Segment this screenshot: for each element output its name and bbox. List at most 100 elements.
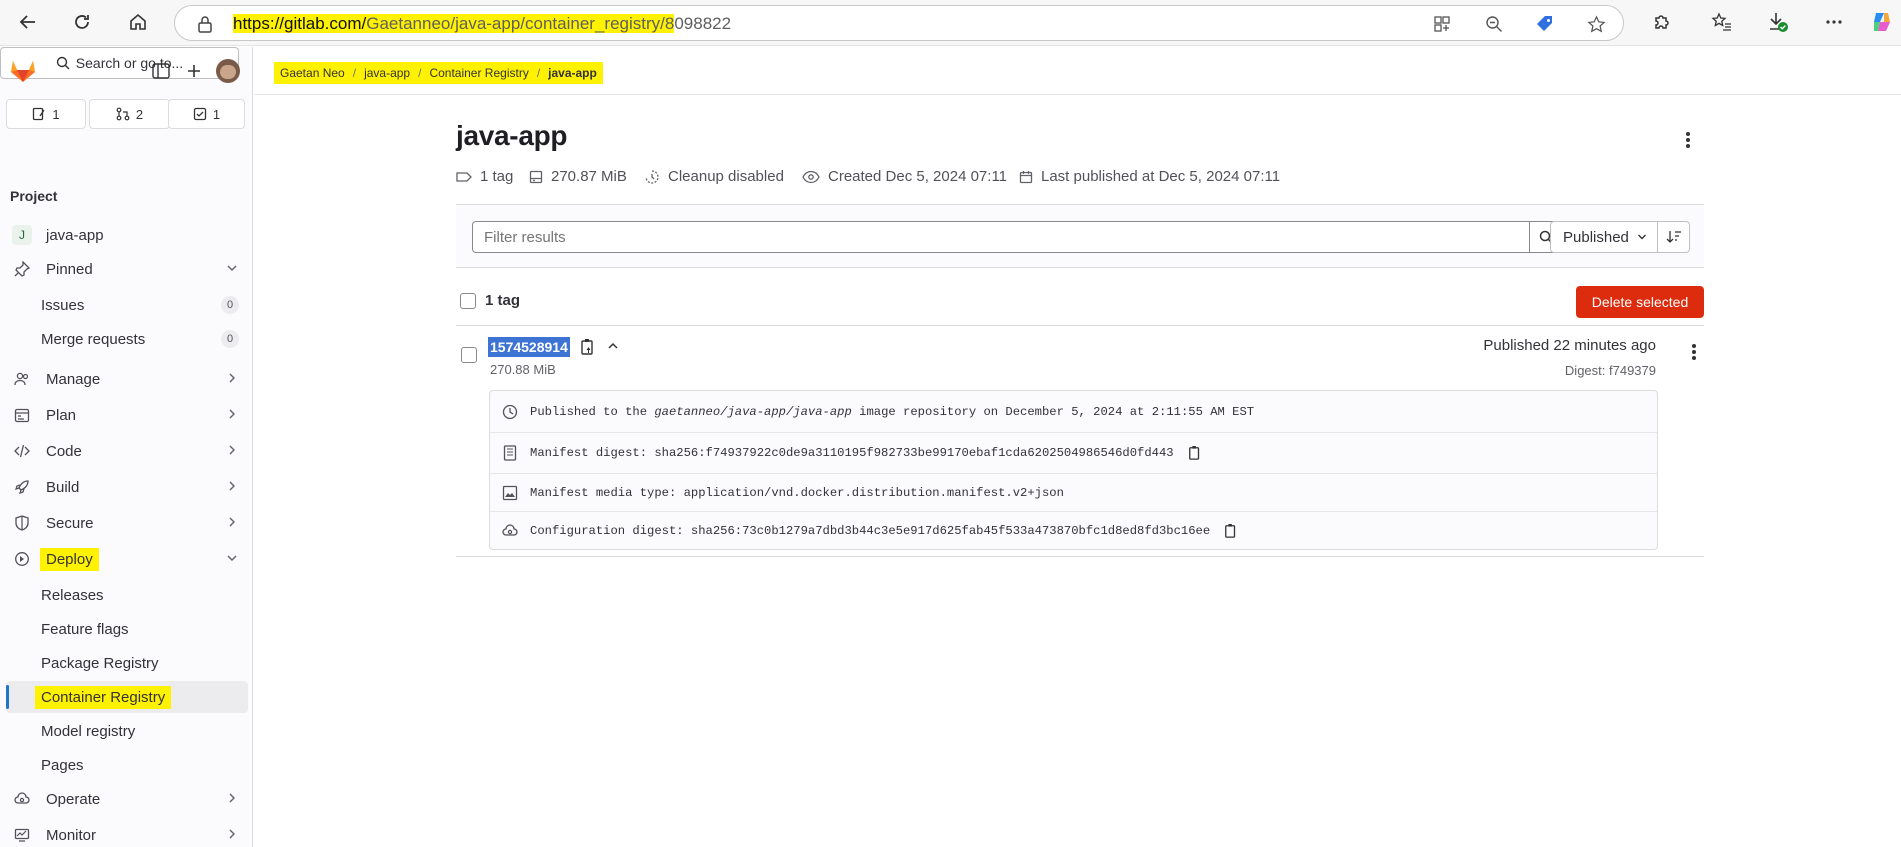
cloud-gear-icon — [502, 523, 518, 536]
code-icon — [14, 444, 30, 458]
calendar-icon — [1019, 170, 1033, 183]
breadcrumb-item[interactable]: Container Registry — [429, 66, 528, 80]
media-type: Manifest media type: application/vnd.doc… — [530, 485, 1064, 500]
back-button[interactable] — [12, 6, 44, 38]
sidebar-item-releases[interactable]: Releases — [6, 579, 248, 611]
meta-size-text: 270.87 MiB — [551, 168, 627, 185]
tag-name[interactable]: 1574528914 — [488, 337, 570, 357]
sidebar-item-code[interactable]: Code — [6, 435, 248, 467]
deployments-icon — [15, 552, 29, 566]
sidebar-item-label: Feature flags — [41, 620, 129, 638]
favorite-star-icon[interactable] — [1587, 15, 1606, 34]
back-arrow-icon — [19, 15, 35, 29]
sidebar-item-label: Build — [46, 478, 80, 496]
tag-checkbox[interactable] — [461, 347, 477, 363]
copy-icon[interactable] — [580, 338, 596, 356]
breadcrumb-item[interactable]: Gaetan Neo — [280, 66, 345, 80]
sort-dropdown[interactable]: Published — [1550, 221, 1658, 253]
sidebar-item-label: Deploy — [40, 547, 99, 571]
sidebar-item-deploy[interactable]: Deploy — [6, 543, 248, 575]
sort-direction-button[interactable] — [1658, 221, 1690, 253]
breadcrumb-item[interactable]: java-app — [364, 66, 410, 80]
tag-actions-button[interactable] — [1684, 340, 1704, 364]
zoom-icon[interactable] — [1485, 15, 1503, 33]
sidebar-item-manage[interactable]: Manage — [6, 363, 248, 395]
copilot-button[interactable] — [1866, 6, 1898, 38]
sidebar-item-secure[interactable]: Secure — [6, 507, 248, 539]
download-icon — [1770, 13, 1788, 32]
select-all-checkbox[interactable] — [460, 293, 476, 309]
delete-selected-button[interactable]: Delete selected — [1576, 286, 1704, 318]
chevron-up-icon[interactable] — [607, 341, 619, 351]
users-icon — [14, 372, 29, 386]
chevron-down-icon — [227, 555, 237, 561]
downloads-button[interactable] — [1762, 6, 1794, 38]
favorites-button[interactable] — [1706, 6, 1738, 38]
sidebar-item-pinned[interactable]: Pinned — [6, 253, 248, 285]
chevron-right-icon — [229, 373, 235, 383]
sidebar-item-operate[interactable]: Operate — [6, 783, 248, 815]
tag-size: 270.88 MiB — [490, 362, 556, 377]
sort-label: Published — [1563, 228, 1629, 246]
shield-icon — [15, 515, 29, 531]
extensions-button[interactable] — [1646, 6, 1678, 38]
todos-button[interactable]: 1 — [168, 99, 245, 129]
repo-actions-button[interactable] — [1676, 128, 1700, 152]
sidebar-item-monitor[interactable]: Monitor — [6, 819, 248, 847]
meta-created: Created Dec 5, 2024 07:11 — [802, 168, 1007, 185]
create-new-plus-icon[interactable] — [186, 63, 202, 79]
home-button[interactable] — [122, 6, 154, 38]
sidebar-item-model-registry[interactable]: Model registry — [6, 715, 248, 747]
url-tail: 098822 — [674, 14, 732, 33]
cloud-gear-icon — [14, 792, 30, 804]
app-available-icon[interactable] — [1433, 15, 1451, 33]
chevron-right-icon — [229, 481, 235, 491]
sidebar-item-label: Releases — [41, 586, 104, 604]
kebab-icon — [1692, 344, 1696, 360]
browser-menu-button[interactable] — [1818, 6, 1850, 38]
copy-icon[interactable] — [1188, 445, 1202, 461]
gitlab-logo-icon[interactable] — [10, 59, 36, 83]
avatar[interactable] — [216, 59, 240, 83]
coupon-tag-icon[interactable] — [1535, 14, 1555, 34]
published-post: image repository on December 5, 2024 at … — [851, 404, 1255, 419]
sidebar-item-pages[interactable]: Pages — [6, 749, 248, 781]
copy-icon[interactable] — [1224, 523, 1238, 539]
url-domain: https://gitlab.com/ — [233, 14, 367, 33]
document-icon — [503, 445, 517, 461]
sidebar-item-feature-flags[interactable]: Feature flags — [6, 613, 248, 645]
clock-icon — [502, 404, 518, 419]
toggle-sidebar-icon[interactable] — [152, 63, 170, 79]
pinned-label: Pinned — [46, 260, 93, 278]
refresh-icon — [75, 15, 89, 29]
sidebar-item-build[interactable]: Build — [6, 471, 248, 503]
sidebar-item-label: Package Registry — [41, 654, 159, 672]
sidebar-item-merge-requests[interactable]: Merge requests 0 — [6, 323, 248, 355]
sidebar-item-issues[interactable]: Issues 0 — [6, 289, 248, 321]
merge-requests-button[interactable]: 2 — [89, 99, 170, 129]
chevron-down-icon — [227, 265, 237, 271]
address-bar[interactable]: https://gitlab.com/Gaetanneo/java-app/co… — [174, 5, 1624, 41]
config-digest: Configuration digest: sha256:73c0b1279a7… — [530, 523, 1211, 538]
todos-count: 1 — [212, 106, 221, 122]
sidebar-item-container-registry[interactable]: Container Registry — [6, 681, 248, 713]
monitor-icon — [14, 828, 30, 842]
breadcrumb-current[interactable]: java-app — [548, 66, 597, 80]
issues-count: 1 — [52, 106, 60, 122]
refresh-button[interactable] — [66, 6, 98, 38]
sidebar-item-label: Monitor — [46, 826, 97, 844]
ellipsis-icon — [1826, 20, 1842, 24]
top-bar: Gaetan Neo / java-app / Container Registry… — [254, 47, 1901, 95]
merge-requests-count: 2 — [135, 106, 144, 122]
published-repo: gaetanneo/java-app/java-app — [654, 404, 852, 419]
sidebar-item-label: Merge requests — [41, 330, 146, 348]
sidebar-item-project[interactable]: J java-app — [6, 219, 248, 251]
assigned-issues-button[interactable]: 1 — [6, 99, 86, 129]
sidebar-item-plan[interactable]: Plan — [6, 399, 248, 431]
filter-input[interactable] — [472, 221, 1530, 253]
sidebar-item-package-registry[interactable]: Package Registry — [6, 647, 248, 679]
sidebar-item-label: Container Registry — [35, 685, 172, 709]
published-detail-row: Published to the gaetanneo/java-app/java… — [490, 391, 1657, 432]
left-sidebar: 1 2 1 Search or go to... Project J java-… — [0, 47, 253, 847]
sidebar-item-label: Issues — [41, 296, 85, 314]
